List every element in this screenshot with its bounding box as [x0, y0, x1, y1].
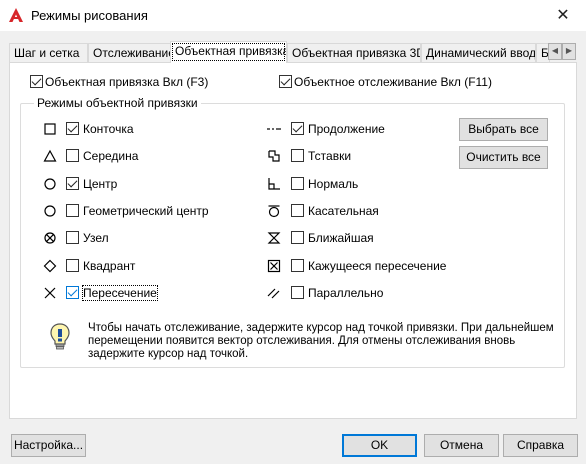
mode-node-label: Узел [83, 231, 109, 245]
parallel-icon [267, 288, 280, 299]
osnap-on-label: Объектная привязка Вкл (F3) [45, 75, 209, 89]
osnap-on-checkbox[interactable] [30, 75, 43, 88]
mode-endpoint-label: Конточка [83, 122, 134, 136]
help-button[interactable]: Справка [503, 434, 578, 457]
mode-endpoint-checkbox[interactable] [66, 122, 79, 135]
ok-button[interactable]: OK [342, 434, 417, 457]
mode-nearest-checkbox[interactable] [291, 231, 304, 244]
mode-extension-label: Продолжение [308, 122, 385, 136]
tab-tracking[interactable]: Отслеживание [88, 43, 171, 62]
cancel-button[interactable]: Отмена [424, 434, 499, 457]
tab-bar: Шаг и сетка Отслеживание Объектная привя… [9, 41, 577, 63]
tab-object-snap-3d[interactable]: Объектная привязка 3D [287, 43, 421, 62]
info-text: Чтобы начать отслеживание, задержите кур… [88, 322, 554, 360]
intersection-x-icon [44, 287, 56, 299]
tab-dynamic-input[interactable]: Динамический ввод [421, 43, 536, 62]
mode-perpendicular-checkbox[interactable] [291, 177, 304, 190]
close-button[interactable]: ✕ [540, 0, 586, 31]
mode-extension-checkbox[interactable] [291, 122, 304, 135]
lightbulb-icon [50, 323, 70, 350]
options-button[interactable]: Настройка... [11, 434, 86, 457]
mode-perpendicular-label: Нормаль [308, 177, 359, 191]
title-bar: Режимы рисования ✕ [0, 0, 586, 31]
mode-midpoint-checkbox[interactable] [66, 149, 79, 162]
close-icon: ✕ [556, 7, 570, 24]
snap-modes-group-title: Режимы объектной привязки [34, 96, 201, 110]
mode-geometric-center-checkbox[interactable] [66, 204, 79, 217]
tangent-icon [268, 205, 280, 218]
mode-insertion-label: Тставки [308, 149, 352, 163]
chevron-left-icon: ◀ [551, 46, 559, 55]
mode-midpoint-label: Середина [83, 149, 139, 163]
center-circle-icon [44, 178, 56, 190]
mode-intersection-label: Пересечение [82, 285, 158, 301]
mode-center-label: Центр [83, 177, 118, 191]
tab-scroll-right-button[interactable]: ▶ [562, 43, 576, 60]
geometric-center-icon [44, 205, 56, 217]
mode-tangent-label: Касательная [308, 204, 379, 218]
tab-scroll-left-button[interactable]: ◀ [548, 43, 562, 60]
chevron-right-icon: ▶ [565, 46, 573, 55]
otrack-on-checkbox[interactable] [279, 75, 292, 88]
mode-tangent-checkbox[interactable] [291, 204, 304, 217]
mode-quadrant-label: Квадрант [83, 259, 136, 273]
perpendicular-icon [268, 178, 280, 190]
mode-center-checkbox[interactable] [66, 177, 79, 190]
select-all-button[interactable]: Выбрать все [459, 118, 548, 141]
mode-node-checkbox[interactable] [66, 231, 79, 244]
nearest-hourglass-icon [267, 232, 281, 244]
autocad-logo-icon [9, 8, 23, 22]
otrack-on-label: Объектное отслеживание Вкл (F11) [294, 75, 492, 89]
mode-apparent-intersection-label: Кажущееся пересечение [308, 259, 447, 273]
apparent-intersection-icon [267, 259, 281, 273]
mode-parallel-checkbox[interactable] [291, 286, 304, 299]
clear-all-button[interactable]: Очистить все [459, 146, 548, 169]
mode-parallel-label: Параллельно [308, 286, 384, 300]
tab-snap-grid[interactable]: Шаг и сетка [9, 43, 88, 62]
midpoint-triangle-icon [43, 149, 57, 162]
mode-intersection-checkbox[interactable] [66, 286, 79, 299]
quadrant-diamond-icon [43, 259, 57, 273]
node-icon [44, 232, 56, 244]
mode-insertion-checkbox[interactable] [291, 149, 304, 162]
mode-geometric-center-label: Геометрический центр [83, 204, 209, 218]
tab-object-snap[interactable]: Объектная привязка [170, 41, 287, 63]
endpoint-square-icon [44, 123, 56, 135]
window-title: Режимы рисования [31, 8, 148, 23]
insertion-icon [268, 150, 280, 162]
mode-nearest-label: Ближайшая [308, 231, 374, 245]
extension-icon [267, 128, 281, 130]
mode-apparent-intersection-checkbox[interactable] [291, 259, 304, 272]
mode-quadrant-checkbox[interactable] [66, 259, 79, 272]
